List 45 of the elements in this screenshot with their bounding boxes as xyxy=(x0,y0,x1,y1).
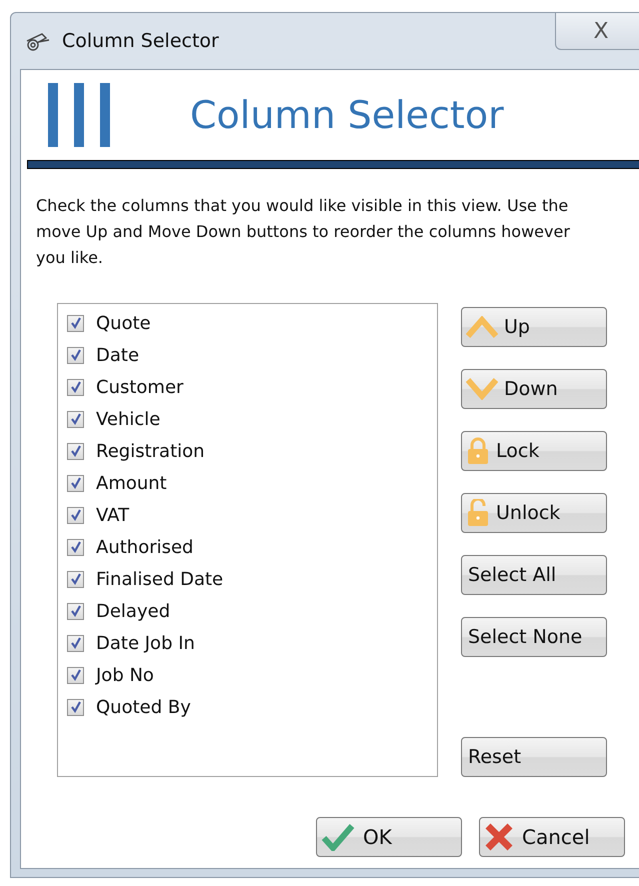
ok-button[interactable]: OK xyxy=(316,817,462,857)
checkbox[interactable] xyxy=(67,346,84,364)
padlock-icon xyxy=(466,437,490,465)
checkbox[interactable] xyxy=(67,442,84,460)
instructions-text: Check the columns that you would like visible in this view. Use the move Up and Move Down buttons to reorder the columns however you like. xyxy=(36,195,571,269)
reset-button[interactable]: Reset xyxy=(461,737,607,777)
column-label[interactable]: Quoted By xyxy=(96,696,191,718)
close-button[interactable]: X xyxy=(555,13,639,50)
checkbox[interactable] xyxy=(67,474,84,492)
action-button[interactable]: Select All xyxy=(461,555,607,595)
chevron-up-icon xyxy=(466,316,498,338)
action-button[interactable]: Up xyxy=(461,307,607,347)
action-button[interactable]: Select None xyxy=(461,617,607,657)
checkbox[interactable] xyxy=(67,506,84,524)
column-label[interactable]: Registration xyxy=(96,440,205,462)
column-label[interactable]: Customer xyxy=(96,376,184,398)
checkbox[interactable] xyxy=(67,538,84,556)
column-label[interactable]: Quote xyxy=(96,312,151,334)
column-label[interactable]: Vehicle xyxy=(96,408,160,430)
checkbox[interactable] xyxy=(67,378,84,396)
header-title: Column Selector xyxy=(190,93,504,137)
checkbox[interactable] xyxy=(67,698,84,716)
checkbox[interactable] xyxy=(67,570,84,588)
column-label[interactable]: VAT xyxy=(96,504,130,526)
checkbox[interactable] xyxy=(67,314,84,332)
column-label[interactable]: Authorised xyxy=(96,536,194,558)
action-button[interactable]: Unlock xyxy=(461,493,607,533)
column-label[interactable]: Amount xyxy=(96,472,167,494)
window-title: Column Selector xyxy=(62,30,219,52)
column-label[interactable]: Delayed xyxy=(96,600,170,622)
column-label[interactable]: Date xyxy=(96,344,140,366)
column-label[interactable]: Finalised Date xyxy=(96,568,224,590)
open-padlock-icon xyxy=(466,499,490,527)
action-button[interactable]: Down xyxy=(461,369,607,409)
checkbox[interactable] xyxy=(67,666,84,684)
column-label[interactable]: Date Job In xyxy=(96,632,195,654)
action-button[interactable]: Lock xyxy=(461,431,607,471)
checkbox[interactable] xyxy=(67,602,84,620)
cancel-button[interactable]: Cancel xyxy=(479,817,625,857)
chevron-down-icon xyxy=(466,378,498,400)
checkmark-icon xyxy=(321,823,355,851)
cross-icon xyxy=(484,823,514,851)
checkbox[interactable] xyxy=(67,634,84,652)
column-label[interactable]: Job No xyxy=(96,664,154,686)
checkbox[interactable] xyxy=(67,410,84,428)
